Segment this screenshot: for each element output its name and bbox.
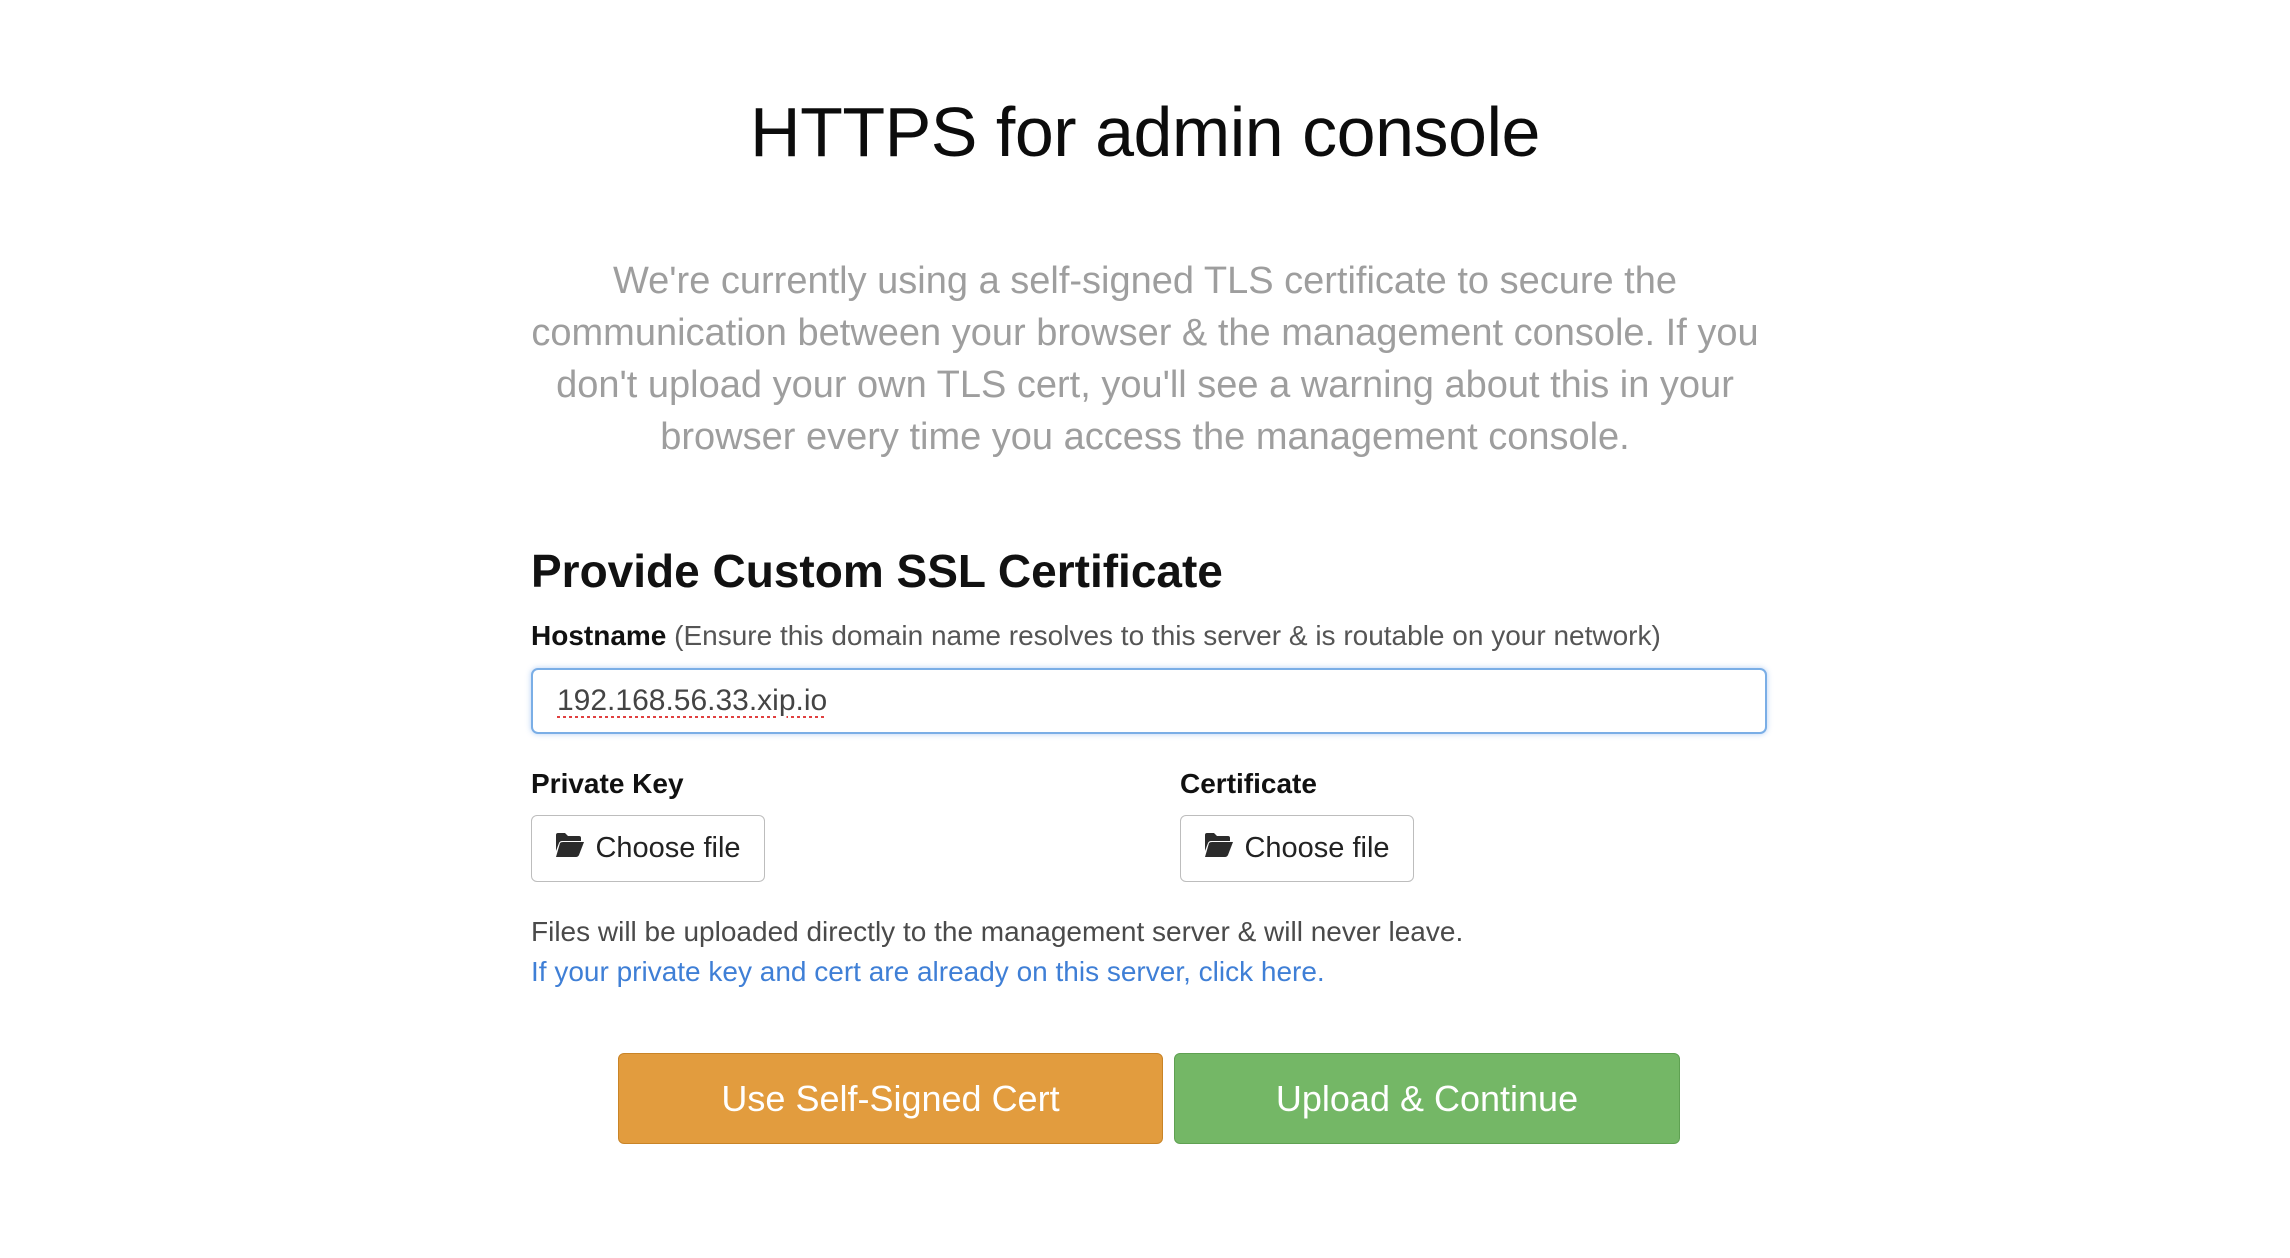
- certificate-button-label: Choose file: [1244, 832, 1390, 864]
- hostname-input[interactable]: [531, 668, 1767, 734]
- intro-text: We're currently using a self-signed TLS …: [531, 260, 1759, 458]
- upload-continue-button[interactable]: Upload & Continue: [1174, 1053, 1680, 1144]
- folder-open-icon: [555, 832, 585, 866]
- files-upload-note: Files will be uploaded directly to the m…: [531, 916, 1464, 947]
- folder-open-icon: [1204, 832, 1234, 866]
- section-title: Provide Custom SSL Certificate: [531, 545, 1223, 597]
- https-setup-page: HTTPS for admin console We're currently …: [0, 0, 2290, 1258]
- private-key-button-label: Choose file: [595, 832, 741, 864]
- use-self-signed-cert-button[interactable]: Use Self-Signed Cert: [618, 1053, 1163, 1144]
- certificate-label: Certificate: [1180, 768, 1317, 799]
- hostname-hint: (Ensure this domain name resolves to thi…: [674, 620, 1661, 651]
- private-key-label: Private Key: [531, 768, 684, 799]
- certificate-choose-file-button[interactable]: Choose file: [1180, 815, 1414, 882]
- existing-cert-link[interactable]: If your private key and cert are already…: [531, 956, 1325, 988]
- private-key-choose-file-button[interactable]: Choose file: [531, 815, 765, 882]
- hostname-label-text: Hostname: [531, 620, 667, 651]
- page-title: HTTPS for admin console: [750, 93, 1540, 171]
- hostname-label: Hostname (Ensure this domain name resolv…: [531, 620, 1661, 652]
